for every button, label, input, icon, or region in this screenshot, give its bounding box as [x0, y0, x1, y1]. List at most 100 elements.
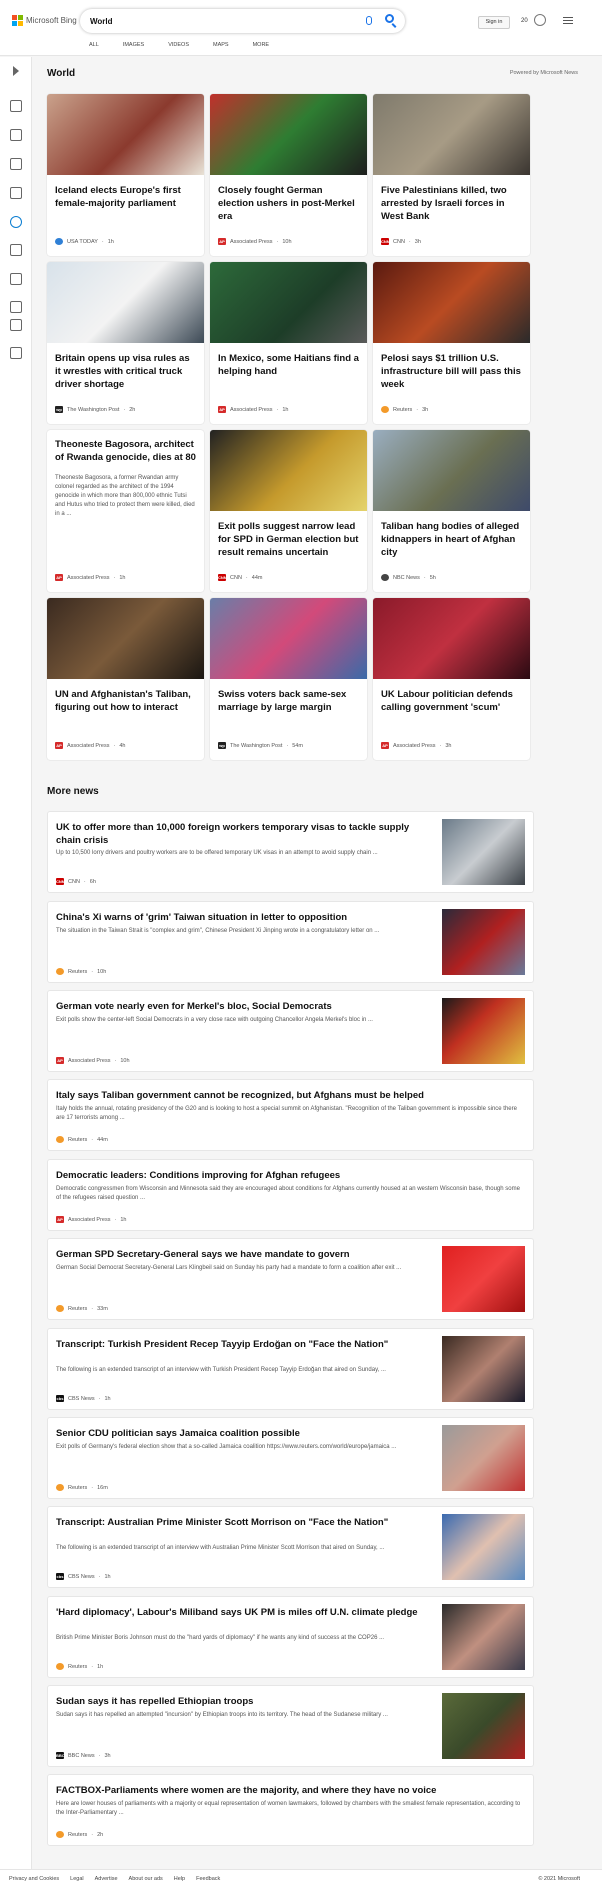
news-card[interactable]: UK Labour politician defends calling gov…: [373, 598, 530, 760]
business-icon[interactable]: [10, 347, 22, 359]
hamburger-menu-icon[interactable]: [563, 17, 573, 24]
tab-all[interactable]: ALL: [89, 42, 99, 48]
more-news-item[interactable]: China's Xi warns of 'grim' Taiwan situat…: [47, 901, 534, 983]
flag-icon[interactable]: [10, 158, 22, 170]
more-news-item[interactable]: Senior CDU politician says Jamaica coali…: [47, 1417, 534, 1499]
news-card[interactable]: Exit polls suggest narrow lead for SPD i…: [210, 430, 367, 592]
rewards-icon[interactable]: [534, 14, 546, 26]
news-thumbnail[interactable]: [442, 1246, 525, 1312]
more-news-title[interactable]: Italy says Taliban government cannot be …: [56, 1089, 521, 1102]
more-news-title[interactable]: German vote nearly even for Merkel's blo…: [56, 1000, 436, 1013]
footer-link[interactable]: Help: [174, 1876, 185, 1882]
more-news-title[interactable]: 'Hard diplomacy', Labour's Miliband says…: [56, 1606, 436, 1619]
bing-logo[interactable]: Microsoft Bing: [12, 15, 77, 26]
news-thumbnail[interactable]: [442, 1604, 525, 1670]
tab-videos[interactable]: VIDEOS: [168, 42, 189, 48]
card-image[interactable]: [210, 94, 367, 175]
tab-images[interactable]: IMAGES: [123, 42, 144, 48]
footer-link[interactable]: About our ads: [129, 1876, 163, 1882]
news-thumbnail[interactable]: [442, 1514, 525, 1580]
more-news-item[interactable]: German vote nearly even for Merkel's blo…: [47, 990, 534, 1072]
footer-link[interactable]: Feedback: [196, 1876, 220, 1882]
more-news-item[interactable]: Italy says Taliban government cannot be …: [47, 1079, 534, 1151]
news-card[interactable]: Closely fought German election ushers in…: [210, 94, 367, 256]
card-image[interactable]: [373, 262, 530, 343]
news-thumbnail[interactable]: [442, 819, 525, 885]
news-card[interactable]: Pelosi says $1 trillion U.S. infrastruct…: [373, 262, 530, 424]
expand-icon[interactable]: [13, 66, 19, 76]
card-title[interactable]: Exit polls suggest narrow lead for SPD i…: [218, 520, 359, 559]
rocket-icon[interactable]: [10, 273, 22, 285]
more-news-title[interactable]: UK to offer more than 10,000 foreign wor…: [56, 821, 436, 847]
more-news-title[interactable]: Sudan says it has repelled Ethiopian tro…: [56, 1695, 436, 1708]
more-news-item[interactable]: Democratic leaders: Conditions improving…: [47, 1159, 534, 1231]
more-news-item[interactable]: Transcript: Australian Prime Minister Sc…: [47, 1506, 534, 1588]
card-image[interactable]: [373, 94, 530, 175]
more-news-item[interactable]: Transcript: Turkish President Recep Tayy…: [47, 1328, 534, 1410]
news-thumbnail[interactable]: [442, 909, 525, 975]
more-news-item[interactable]: Sudan says it has repelled Ethiopian tro…: [47, 1685, 534, 1767]
card-image[interactable]: [47, 94, 204, 175]
card-title[interactable]: Swiss voters back same-sex marriage by l…: [218, 688, 359, 714]
card-title[interactable]: UK Labour politician defends calling gov…: [381, 688, 522, 714]
news-card[interactable]: Swiss voters back same-sex marriage by l…: [210, 598, 367, 760]
location-icon[interactable]: [10, 187, 22, 199]
card-image[interactable]: [210, 598, 367, 679]
search-icon[interactable]: [385, 14, 394, 23]
more-news-title[interactable]: Democratic leaders: Conditions improving…: [56, 1169, 521, 1182]
more-news-title[interactable]: Transcript: Australian Prime Minister Sc…: [56, 1516, 436, 1529]
more-news-title[interactable]: China's Xi warns of 'grim' Taiwan situat…: [56, 911, 436, 924]
more-news-source: BBC BBC News · 3h: [56, 1752, 111, 1759]
card-image[interactable]: [210, 430, 367, 511]
tab-more[interactable]: MORE: [253, 42, 270, 48]
card-title[interactable]: Iceland elects Europe's first female-maj…: [55, 184, 196, 210]
world-icon[interactable]: [10, 216, 22, 228]
card-image[interactable]: [210, 262, 367, 343]
card-title[interactable]: Theoneste Bagosora, architect of Rwanda …: [55, 438, 196, 464]
footer-link[interactable]: Legal: [70, 1876, 83, 1882]
money-icon[interactable]: [10, 319, 22, 331]
more-news-item[interactable]: UK to offer more than 10,000 foreign wor…: [47, 811, 534, 893]
search-box[interactable]: [80, 9, 405, 33]
more-news-title[interactable]: Transcript: Turkish President Recep Tayy…: [56, 1338, 436, 1351]
more-news-item[interactable]: 'Hard diplomacy', Labour's Miliband says…: [47, 1596, 534, 1678]
rewards-points[interactable]: 20: [521, 18, 528, 24]
card-image[interactable]: [47, 262, 204, 343]
news-card[interactable]: UN and Afghanistan's Taliban, figuring o…: [47, 598, 204, 760]
science-icon[interactable]: [10, 244, 22, 256]
sports-icon[interactable]: [10, 129, 22, 141]
home-icon[interactable]: [10, 100, 22, 112]
card-title[interactable]: Taliban hang bodies of alleged kidnapper…: [381, 520, 522, 559]
more-news-title[interactable]: Senior CDU politician says Jamaica coali…: [56, 1427, 436, 1440]
card-title[interactable]: UN and Afghanistan's Taliban, figuring o…: [55, 688, 196, 714]
news-thumbnail[interactable]: [442, 1336, 525, 1402]
news-thumbnail[interactable]: [442, 1425, 525, 1491]
news-thumbnail[interactable]: [442, 1693, 525, 1759]
sign-in-button[interactable]: Sign in: [478, 16, 510, 29]
footer-link[interactable]: Privacy and Cookies: [9, 1876, 59, 1882]
news-card[interactable]: Britain opens up visa rules as it wrestl…: [47, 262, 204, 424]
tab-maps[interactable]: MAPS: [213, 42, 229, 48]
entertainment-icon[interactable]: [10, 301, 22, 313]
news-card[interactable]: Theoneste Bagosora, architect of Rwanda …: [47, 430, 204, 592]
card-image[interactable]: [47, 598, 204, 679]
news-card[interactable]: In Mexico, some Haitians find a helping …: [210, 262, 367, 424]
more-news-title[interactable]: German SPD Secretary-General says we hav…: [56, 1248, 436, 1261]
news-card[interactable]: Iceland elects Europe's first female-maj…: [47, 94, 204, 256]
search-input[interactable]: [90, 14, 350, 28]
more-news-title[interactable]: FACTBOX-Parliaments where women are the …: [56, 1784, 521, 1797]
card-image[interactable]: [373, 430, 530, 511]
card-image[interactable]: [373, 598, 530, 679]
news-thumbnail[interactable]: [442, 998, 525, 1064]
card-title[interactable]: Pelosi says $1 trillion U.S. infrastruct…: [381, 352, 522, 391]
microphone-icon[interactable]: [366, 16, 372, 25]
more-news-item[interactable]: FACTBOX-Parliaments where women are the …: [47, 1774, 534, 1846]
card-title[interactable]: Closely fought German election ushers in…: [218, 184, 359, 223]
footer-link[interactable]: Advertise: [95, 1876, 118, 1882]
news-card[interactable]: Five Palestinians killed, two arrested b…: [373, 94, 530, 256]
card-title[interactable]: Five Palestinians killed, two arrested b…: [381, 184, 522, 223]
news-card[interactable]: Taliban hang bodies of alleged kidnapper…: [373, 430, 530, 592]
more-news-item[interactable]: German SPD Secretary-General says we hav…: [47, 1238, 534, 1320]
card-title[interactable]: In Mexico, some Haitians find a helping …: [218, 352, 359, 378]
card-title[interactable]: Britain opens up visa rules as it wrestl…: [55, 352, 196, 391]
